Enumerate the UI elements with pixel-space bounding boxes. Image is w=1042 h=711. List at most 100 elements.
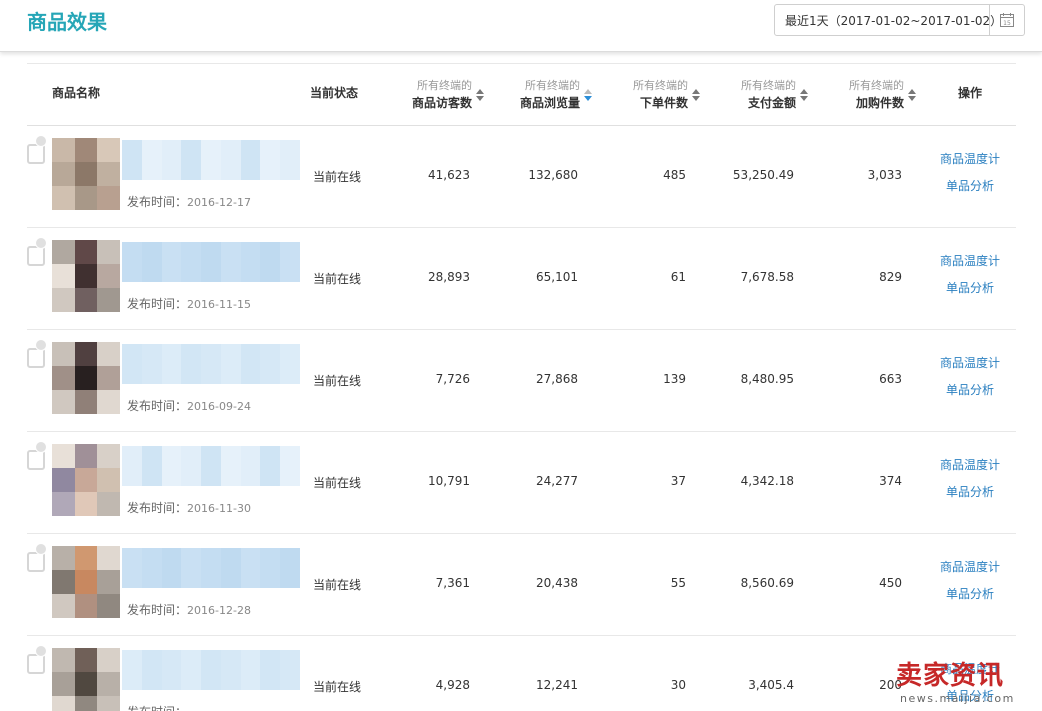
item-analysis-link[interactable]: 单品分析 bbox=[940, 381, 1000, 398]
row-checkbox[interactable] bbox=[27, 144, 45, 164]
orders-cell: 61 bbox=[670, 270, 686, 284]
cart-cell: 663 bbox=[879, 372, 902, 386]
product-title-blurred[interactable] bbox=[122, 140, 300, 180]
visitors-cell: 28,893 bbox=[428, 270, 470, 284]
product-thermometer-link[interactable]: 商品温度计 bbox=[940, 252, 1000, 269]
check-icon bbox=[35, 441, 47, 453]
payment-cell: 8,480.95 bbox=[740, 372, 794, 386]
product-title-blurred[interactable] bbox=[122, 548, 300, 588]
table-row: 发布时间： 当前在线 4,928 12,241 30 3,405.4 200 商… bbox=[27, 636, 1016, 711]
product-thermometer-link[interactable]: 商品温度计 bbox=[940, 150, 1000, 167]
payment-cell: 53,250.49 bbox=[732, 168, 794, 182]
cart-cell: 450 bbox=[879, 576, 902, 590]
watermark-logo: 卖家资讯 news.maijia.com bbox=[896, 660, 1042, 711]
item-analysis-link[interactable]: 单品分析 bbox=[940, 585, 1000, 602]
col-cart[interactable]: 所有终端的 加购件数 bbox=[813, 64, 916, 126]
orders-cell: 55 bbox=[670, 576, 686, 590]
row-checkbox[interactable] bbox=[27, 654, 45, 674]
sort-icon[interactable] bbox=[908, 88, 916, 102]
product-thumbnail[interactable] bbox=[52, 444, 120, 516]
product-thermometer-link[interactable]: 商品温度计 bbox=[940, 456, 1000, 473]
publish-date: 发布时间：2016-12-17 bbox=[127, 193, 251, 210]
col-payment-main: 支付金额 bbox=[747, 96, 796, 110]
product-thermometer-link[interactable]: 商品温度计 bbox=[940, 558, 1000, 575]
status-cell: 当前在线 bbox=[313, 374, 362, 388]
payment-cell: 7,678.58 bbox=[740, 270, 794, 284]
col-status: 当前状态 bbox=[310, 86, 359, 100]
item-analysis-link[interactable]: 单品分析 bbox=[940, 177, 1000, 194]
row-checkbox[interactable] bbox=[27, 348, 45, 368]
watermark-big: 卖家资讯 bbox=[896, 661, 1005, 691]
publish-date: 发布时间： bbox=[127, 703, 187, 711]
visitors-cell: 7,726 bbox=[435, 372, 470, 386]
col-payment[interactable]: 所有终端的 支付金额 bbox=[705, 64, 808, 126]
cart-cell: 374 bbox=[879, 474, 902, 488]
calendar-icon: 15 bbox=[1000, 13, 1014, 27]
col-visitors[interactable]: 所有终端的商品访客数 bbox=[377, 64, 484, 126]
product-title-blurred[interactable] bbox=[122, 242, 300, 282]
publish-label: 发布时间： bbox=[127, 603, 188, 617]
item-analysis-link[interactable]: 单品分析 bbox=[940, 483, 1000, 500]
visitors-cell: 10,791 bbox=[428, 474, 470, 488]
publish-label: 发布时间： bbox=[127, 705, 187, 711]
status-cell: 当前在线 bbox=[313, 272, 362, 286]
views-cell: 12,241 bbox=[536, 678, 578, 692]
sort-desc-active-icon[interactable] bbox=[584, 88, 592, 102]
publish-date-value: 2016-11-15 bbox=[187, 298, 251, 311]
check-icon bbox=[35, 339, 47, 351]
product-thumbnail[interactable] bbox=[52, 648, 120, 711]
orders-cell: 37 bbox=[670, 474, 686, 488]
publish-label: 发布时间： bbox=[127, 501, 188, 515]
col-cart-sub: 所有终端的 bbox=[849, 79, 904, 92]
col-visitors-sub: 所有终端的 bbox=[417, 79, 472, 92]
col-orders[interactable]: 所有终端的 下单件数 bbox=[597, 64, 700, 126]
col-action: 操作 bbox=[958, 86, 983, 100]
table-row: 发布时间：2016-12-28 当前在线 7,361 20,438 55 8,5… bbox=[27, 534, 1016, 636]
check-icon bbox=[35, 543, 47, 555]
calendar-button[interactable]: 15 bbox=[989, 5, 1024, 35]
views-cell: 24,277 bbox=[536, 474, 578, 488]
payment-cell: 4,342.18 bbox=[740, 474, 794, 488]
date-range-text: 最近1天（2017-01-02~2017-01-02） bbox=[785, 13, 1003, 28]
sort-icon[interactable] bbox=[692, 88, 700, 102]
col-visitors-main: 商品访客数 bbox=[411, 96, 472, 110]
row-checkbox[interactable] bbox=[27, 450, 45, 470]
product-thermometer-link[interactable]: 商品温度计 bbox=[940, 354, 1000, 371]
product-title-blurred[interactable] bbox=[122, 446, 300, 486]
watermark-small: news.maijia.com bbox=[900, 692, 1015, 705]
product-title-blurred[interactable] bbox=[122, 344, 300, 384]
orders-cell: 30 bbox=[670, 678, 686, 692]
sort-icon[interactable] bbox=[800, 88, 808, 102]
views-cell: 27,868 bbox=[536, 372, 578, 386]
product-thumbnail[interactable] bbox=[52, 342, 120, 414]
table-row: 发布时间：2016-11-30 当前在线 10,791 24,277 37 4,… bbox=[27, 432, 1016, 534]
col-views[interactable]: 所有终端的商品浏览量 bbox=[487, 64, 592, 126]
col-views-sub: 所有终端的 bbox=[525, 79, 580, 92]
status-cell: 当前在线 bbox=[313, 680, 362, 694]
sort-icon[interactable] bbox=[476, 88, 484, 102]
col-views-main: 商品浏览量 bbox=[519, 96, 580, 110]
calendar-day: 15 bbox=[1003, 20, 1011, 27]
product-title-blurred[interactable] bbox=[122, 650, 300, 690]
product-thumbnail[interactable] bbox=[52, 240, 120, 312]
col-payment-sub: 所有终端的 bbox=[741, 79, 796, 92]
visitors-cell: 7,361 bbox=[435, 576, 470, 590]
product-thumbnail[interactable] bbox=[52, 138, 120, 210]
views-cell: 132,680 bbox=[528, 168, 578, 182]
check-icon bbox=[35, 135, 47, 147]
publish-date-value: 2016-12-28 bbox=[187, 604, 251, 617]
item-analysis-link[interactable]: 单品分析 bbox=[940, 279, 1000, 296]
date-range-picker[interactable]: 最近1天（2017-01-02~2017-01-02） 15 bbox=[774, 4, 1025, 36]
row-checkbox[interactable] bbox=[27, 552, 45, 572]
publish-label: 发布时间： bbox=[127, 195, 188, 209]
table-row: 发布时间：2016-12-17 当前在线 41,623 132,680 485 … bbox=[27, 126, 1016, 228]
publish-date-value: 2016-12-17 bbox=[187, 196, 251, 209]
row-checkbox[interactable] bbox=[27, 246, 45, 266]
status-cell: 当前在线 bbox=[313, 476, 362, 490]
table-row: 发布时间：2016-09-24 当前在线 7,726 27,868 139 8,… bbox=[27, 330, 1016, 432]
product-thumbnail[interactable] bbox=[52, 546, 120, 618]
status-cell: 当前在线 bbox=[313, 578, 362, 592]
cart-cell: 3,033 bbox=[867, 168, 902, 182]
check-icon bbox=[35, 645, 47, 657]
product-table: 商品名称 当前状态 所有终端的 商品访客数 所有终端的 商品浏览量 所有终端的 下单件… bbox=[27, 63, 1016, 711]
